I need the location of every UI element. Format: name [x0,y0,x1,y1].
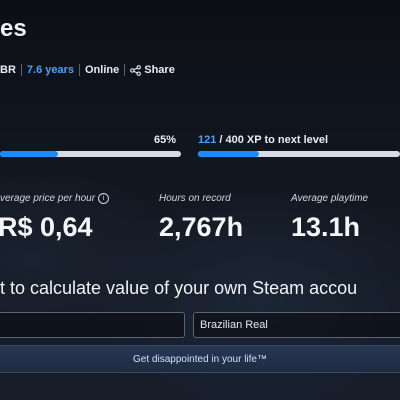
share-icon [130,64,142,76]
stat-label-average-playtime: Average playtime [291,193,368,204]
share-label: Share [144,64,175,76]
country-code: BR [0,64,16,76]
account-age: 7.6 years [26,64,74,76]
xp-current: 121 [198,134,217,146]
calculate-prompt: t to calculate value of your own Steam a… [0,278,358,298]
stat-value-hours-on-record: 2,767h [159,212,244,242]
stat-label-text: verage price per hour [0,193,96,204]
stat-label-hours-on-record: Hours on record [159,193,231,204]
stat-label-text: Average playtime [291,193,369,204]
submit-button[interactable]: Get disappointed in your life™ [0,345,400,373]
xp-rest: / 400 XP to next level [216,134,329,146]
divider [79,64,80,76]
stat-value-average-playtime: 13.1h [291,212,361,242]
info-icon[interactable]: i [98,193,110,204]
xp-progress-bar [198,151,400,157]
share-button[interactable]: Share [130,64,175,76]
completion-percent: 65% [154,134,177,146]
page-title: es [0,15,27,42]
currency-select[interactable]: Brazilian Real [193,312,400,338]
divider [20,64,22,76]
stat-value-price-per-hour: R$ 0,64 [0,212,93,242]
profile-meta: BR 7.6 years Online Share [0,64,175,76]
page: es BR 7.6 years Online Share 65% 121 / 4… [0,0,400,400]
stat-label-text: Hours on record [159,193,231,204]
divider [124,64,126,76]
stat-label-price-per-hour: verage price per hour i [0,193,110,204]
completion-progress-fill [0,151,58,157]
xp-progress-fill [198,151,260,157]
account-input[interactable] [0,312,185,338]
completion-progress-bar [0,151,181,157]
xp-progress-text: 121 / 400 XP to next level [198,134,328,146]
online-status: Online [85,64,120,76]
